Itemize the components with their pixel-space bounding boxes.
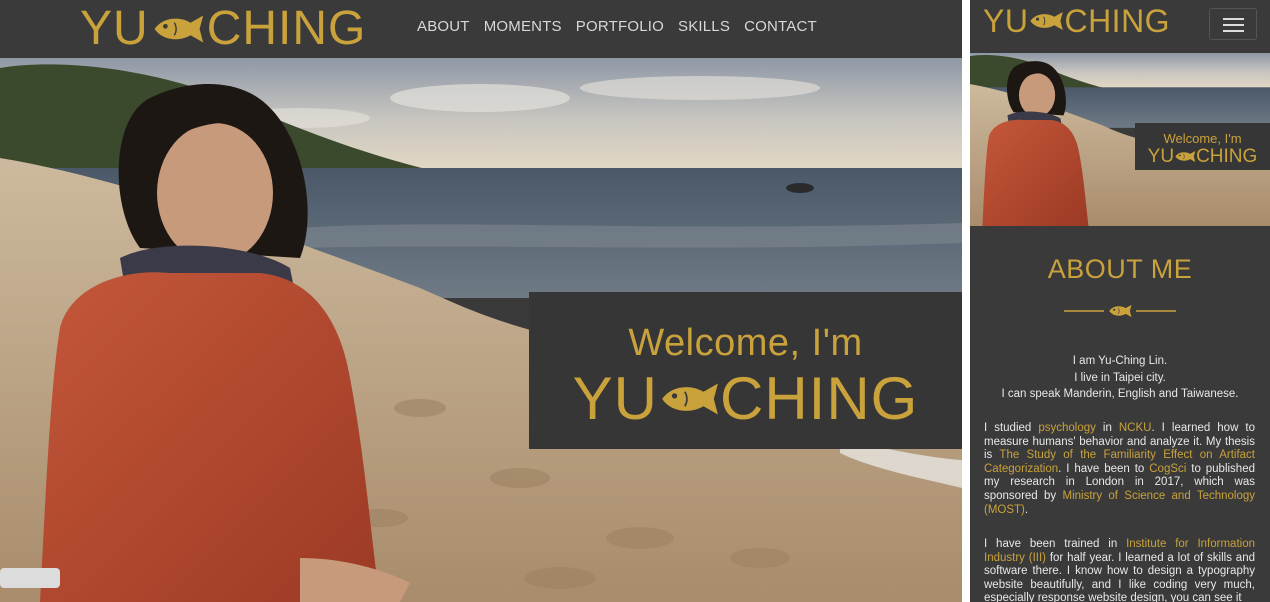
welcome-name-left: YU [572,365,658,432]
paragraph-text: . I have been to [1058,462,1150,475]
fish-icon [1174,150,1196,163]
welcome-name-right: CHING [720,365,919,432]
intro-line: I am Yu-Ching Lin. [1072,355,1168,367]
nav-skills[interactable]: SKILLS [678,18,730,35]
desktop-navbar: YU CHING ABOUT MOMENTS PORTFOLIO SKILLS … [0,0,962,58]
about-paragraph-education: I studied psychology in NCKU. I learned … [984,422,1255,517]
mobile-welcome-name: YU CHING [1135,147,1270,166]
paragraph-text: in [1095,422,1119,434]
welcome-box: Welcome, I'm YU CHING [529,292,962,449]
mobile-welcome-box: Welcome, I'm YU CHING [1135,123,1270,170]
panel-divider [962,0,970,602]
link-ncku[interactable]: NCKU [1119,422,1152,434]
paragraph-text: I have been trained in [984,538,1127,550]
fish-icon [151,13,205,45]
fish-icon [1028,10,1064,32]
fish-icon [658,381,720,417]
about-paragraph-training: I have been trained in Institute for Inf… [984,538,1255,602]
mobile-brand-logo[interactable]: YU CHING [983,5,1170,37]
brand-logo[interactable]: YU CHING [80,2,366,56]
hamburger-icon-bar [1223,18,1244,20]
welcome-name: YU CHING [529,369,962,429]
about-intro: I am Yu-Ching Lin. I live in Taipei city… [970,353,1270,403]
mobile-welcome-name-right: CHING [1196,146,1258,167]
fish-divider [1064,304,1176,318]
hamburger-menu-button[interactable] [1209,8,1257,40]
brand-text-left: YU [80,2,149,55]
about-me-heading: ABOUT ME [1047,254,1193,284]
link-cogsci[interactable]: CogSci [1149,463,1186,475]
brand-text-right: CHING [206,2,367,55]
mobile-brand-right: CHING [1064,3,1171,39]
welcome-text: Welcome, I'm [628,322,863,364]
mobile-navbar: YU CHING [970,0,1270,53]
desktop-view: YU CHING ABOUT MOMENTS PORTFOLIO SKILLS … [0,0,962,602]
main-nav: ABOUT MOMENTS PORTFOLIO SKILLS CONTACT [417,18,817,35]
nav-portfolio[interactable]: PORTFOLIO [576,18,664,35]
screenshot-root: YU CHING ABOUT MOMENTS PORTFOLIO SKILLS … [0,0,1270,602]
link-psychology[interactable]: psychology [1038,422,1096,434]
fish-icon [1108,304,1132,318]
hamburger-icon-bar [1223,24,1244,26]
hamburger-icon-bar [1223,30,1244,32]
intro-line: I can speak Manderin, English and Taiwan… [1001,388,1239,400]
intro-line: I live in Taipei city. [1074,371,1166,384]
mobile-view: YU CHING Welcome, I'm YU CHING ABOUT ME … [970,0,1270,602]
nav-contact[interactable]: CONTACT [744,18,817,35]
hero-section: Welcome, I'm YU CHING [0,58,962,602]
mobile-welcome-text: Welcome, I'm [1163,131,1242,146]
paragraph-text: . [1024,503,1029,516]
mobile-brand-left: YU [983,3,1029,39]
nav-moments[interactable]: MOMENTS [484,18,562,35]
nav-about[interactable]: ABOUT [417,18,470,35]
mobile-hero-section: Welcome, I'm YU CHING [970,53,1270,226]
paragraph-text: I studied [984,422,1039,434]
mobile-welcome-name-left: YU [1147,146,1175,167]
